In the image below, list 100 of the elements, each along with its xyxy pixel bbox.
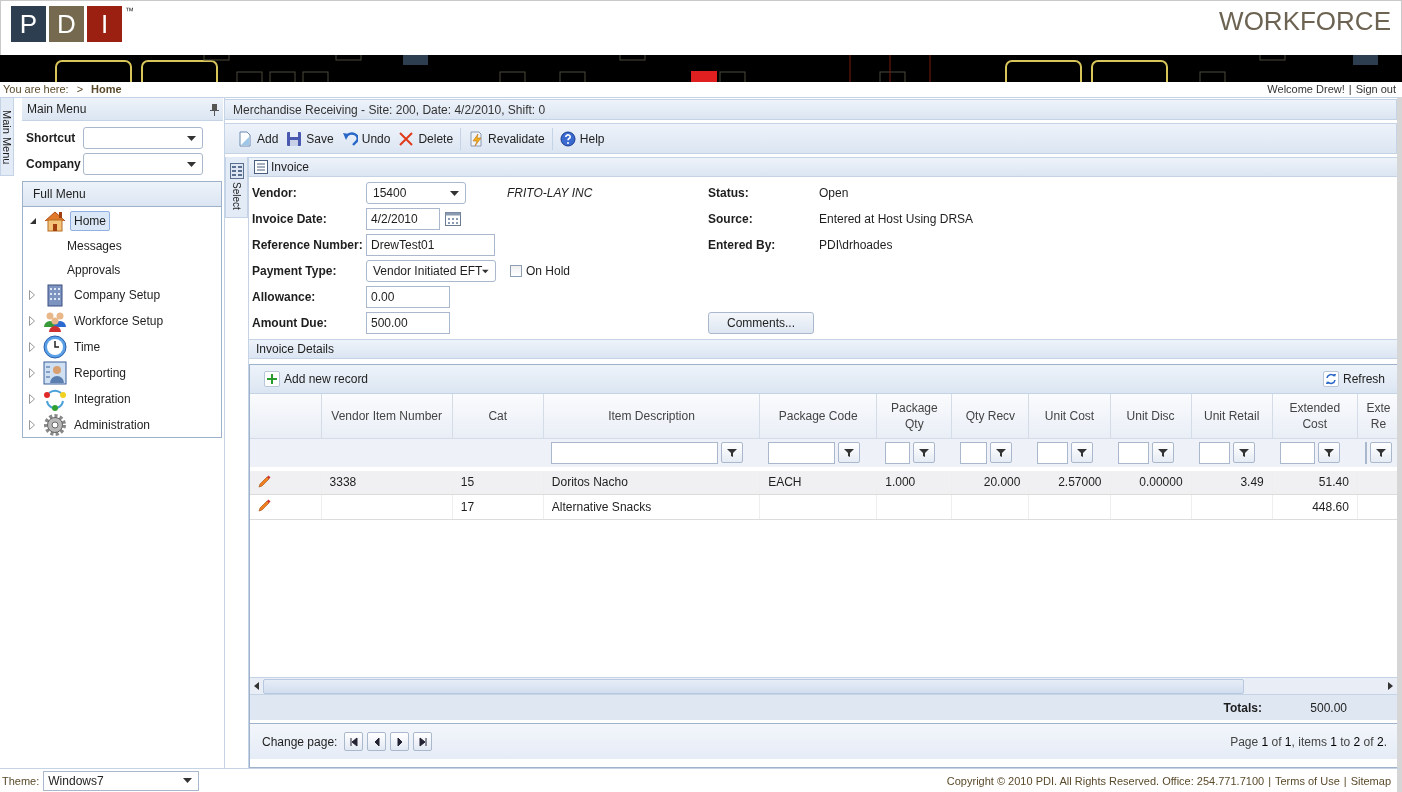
filter-button[interactable]	[1233, 442, 1256, 464]
column-header: Item Description	[543, 394, 760, 438]
toolbar-button[interactable]: Add	[233, 127, 283, 150]
filter-button[interactable]	[1370, 442, 1393, 464]
toolbar-button[interactable]: Revalidate	[464, 127, 549, 150]
menu-item[interactable]: Messages	[63, 236, 126, 256]
dropdown-field[interactable]	[83, 153, 203, 175]
filter-button[interactable]	[1318, 442, 1341, 464]
filter-field[interactable]	[551, 441, 718, 464]
separator: |	[1343, 774, 1347, 787]
table-cell: Alternative Snacks	[551, 499, 652, 514]
section-title: Invoice Details	[249, 339, 1397, 359]
field-label: Payment Type:	[252, 264, 338, 278]
field-value: Entered at Host Using DRSA	[819, 212, 975, 226]
filter-icon	[995, 447, 1006, 458]
theme-dropdown[interactable]: Windows7	[43, 770, 200, 791]
first-page-icon	[348, 736, 359, 747]
expanded-arrow-icon[interactable]	[29, 217, 37, 225]
filter-button[interactable]	[720, 442, 743, 464]
next-page-icon	[394, 736, 405, 747]
collapsed-arrow-icon[interactable]	[29, 316, 35, 326]
filter-field[interactable]	[959, 441, 987, 464]
table-cell: 0.00000	[1139, 475, 1183, 490]
sign-out-link[interactable]: Sign out	[1355, 82, 1396, 97]
column-header: Unit Retail	[1191, 394, 1273, 438]
filter-button[interactable]	[989, 442, 1012, 464]
horizontal-scrollbar[interactable]	[250, 677, 1397, 695]
date-field[interactable]: 4/2/2010	[366, 208, 440, 230]
filter-button[interactable]	[1152, 442, 1175, 464]
input-field[interactable]: 0.00	[366, 286, 450, 308]
panel-title: Main Menu	[27, 102, 87, 116]
dropdown-field[interactable]	[83, 127, 203, 149]
first-page-button[interactable]	[344, 732, 364, 751]
input-field[interactable]: 500.00	[366, 312, 450, 334]
filter-field[interactable]	[767, 441, 835, 464]
filter-field[interactable]	[1036, 441, 1069, 464]
last-page-button[interactable]	[413, 732, 433, 751]
toolbar-button[interactable]: Delete	[394, 127, 458, 150]
previous-page-button[interactable]	[367, 732, 387, 751]
column-header: Package Qty	[876, 394, 952, 438]
next-page-button[interactable]	[390, 732, 410, 751]
filter-icon	[1324, 447, 1335, 458]
table-cell: 1.000	[885, 475, 916, 490]
collapsed-arrow-icon[interactable]	[29, 342, 35, 352]
app-title: WORKFORCE	[1219, 6, 1391, 38]
checkbox[interactable]	[510, 265, 522, 277]
footer-link[interactable]: Sitemap	[1350, 774, 1391, 787]
scroll-left-icon[interactable]	[254, 682, 259, 690]
add-record-button[interactable]: Add new record	[260, 368, 373, 390]
column-header: Extended Cost	[1272, 394, 1358, 438]
toolbar-button[interactable]: Save	[282, 127, 338, 150]
menu-item[interactable]: Integration	[70, 389, 135, 409]
filter-icon	[843, 447, 854, 458]
input-field[interactable]: DrewTest01	[366, 234, 495, 256]
refresh-button[interactable]: Refresh	[1318, 368, 1389, 390]
main-menu-tab[interactable]: Main Menu	[0, 98, 14, 176]
filter-button[interactable]	[837, 442, 860, 464]
menu-item[interactable]: Administration	[70, 415, 155, 435]
copyright-text: Copyright © 2010 PDI. All Rights Reserved. Office: 254.771.7100	[946, 774, 1265, 787]
table-cell: 20.000	[983, 475, 1021, 490]
toolbar-button[interactable]: Undo	[337, 127, 395, 150]
menu-item[interactable]: Company Setup	[70, 285, 165, 305]
menu-item[interactable]: Approvals	[63, 260, 125, 280]
footer-link[interactable]: Terms of Use	[1275, 774, 1340, 787]
collapsed-arrow-icon[interactable]	[29, 290, 35, 300]
totals-label: Totals:	[1223, 700, 1263, 715]
menu-item[interactable]: Workforce Setup	[70, 311, 168, 331]
dropdown-field[interactable]: Vendor Initiated EFT	[366, 260, 496, 282]
vendor-name: FRITO-LAY INC	[506, 186, 594, 200]
filter-icon	[918, 447, 929, 458]
collapsed-arrow-icon[interactable]	[29, 420, 35, 430]
save-icon	[286, 130, 303, 147]
column-header: Vendor Item Number	[321, 394, 453, 438]
filter-field[interactable]	[1280, 441, 1316, 464]
delete-icon	[398, 130, 415, 147]
filter-field[interactable]	[1199, 441, 1231, 464]
menu-item[interactable]: Time	[70, 337, 105, 357]
field-label: Allowance:	[252, 290, 317, 304]
collapsed-arrow-icon[interactable]	[29, 394, 35, 404]
filter-field[interactable]	[1365, 441, 1368, 464]
welcome-text: Welcome Drew!	[1267, 82, 1345, 97]
filter-button[interactable]	[912, 442, 935, 464]
calendar-icon[interactable]	[445, 212, 461, 226]
menu-item[interactable]: Reporting	[70, 363, 131, 383]
toolbar-button[interactable]: Help	[555, 127, 609, 150]
filter-button[interactable]	[1071, 442, 1094, 464]
pin-icon[interactable]	[210, 102, 219, 116]
dropdown-field[interactable]: 15400	[366, 182, 466, 204]
filter-icon	[726, 447, 737, 458]
menu-item[interactable]: Home	[70, 211, 110, 231]
breadcrumb-link[interactable]: Home	[91, 82, 122, 97]
collapsed-arrow-icon[interactable]	[29, 368, 35, 378]
filter-field[interactable]	[884, 441, 910, 464]
scroll-right-icon[interactable]	[1388, 682, 1393, 690]
pencil-icon[interactable]	[258, 473, 272, 488]
select-tab[interactable]: Select	[225, 157, 248, 218]
plus-icon	[264, 371, 280, 387]
pencil-icon[interactable]	[258, 498, 272, 512]
comments-button[interactable]: Comments...	[708, 312, 814, 334]
filter-field[interactable]	[1118, 441, 1150, 464]
